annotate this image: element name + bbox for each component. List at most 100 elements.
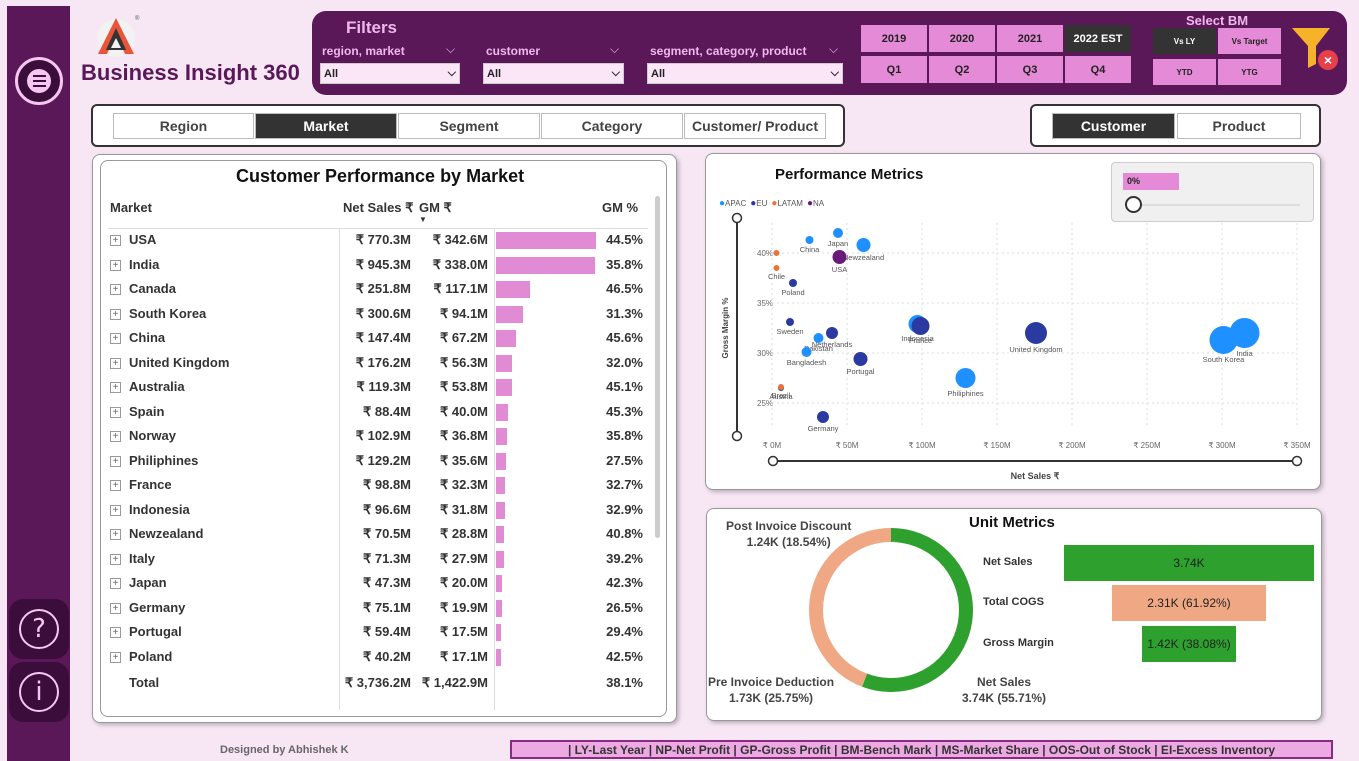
view-customer-button[interactable]: Customer — [1052, 113, 1175, 139]
expand-icon[interactable]: + — [110, 235, 121, 246]
bm-ytd-button[interactable]: YTD — [1153, 59, 1216, 85]
quarter-q2-button[interactable]: Q2 — [929, 56, 995, 83]
expand-icon[interactable]: + — [110, 333, 121, 344]
year-2021-button[interactable]: 2021 — [997, 25, 1063, 52]
help-button[interactable]: ? — [9, 599, 69, 659]
year-2020-button[interactable]: 2020 — [929, 25, 995, 52]
table-row[interactable]: + Italy ₹ 71.3M ₹ 27.9M 39.2% — [108, 549, 648, 573]
bm-vs-ly-button[interactable]: Vs LY — [1153, 28, 1216, 54]
year-2019-button[interactable]: 2019 — [861, 25, 927, 52]
expand-icon[interactable]: + — [110, 553, 121, 565]
expand-icon[interactable]: + — [110, 284, 121, 295]
gm-cell: ₹ 40.0M — [439, 403, 488, 419]
col-header-net-sales[interactable]: Net Sales ₹ — [343, 200, 413, 216]
expand-icon[interactable]: + — [110, 406, 121, 418]
table-row[interactable]: + Spain ₹ 88.4M ₹ 40.0M 45.3% — [108, 402, 648, 426]
tab-market[interactable]: Market — [255, 113, 397, 139]
table-row[interactable]: + Newzealand ₹ 70.5M ₹ 28.8M 40.8% — [108, 524, 648, 548]
data-point[interactable] — [789, 279, 797, 287]
expand-icon[interactable]: + — [110, 529, 121, 540]
tab-category[interactable]: Category — [541, 113, 683, 139]
view-product-button[interactable]: Product — [1177, 113, 1301, 139]
table-row[interactable]: + South Korea ₹ 300.6M ₹ 94.1M 31.3% — [108, 304, 648, 328]
col-header-market[interactable]: Market — [110, 200, 152, 215]
y-slider-handle[interactable] — [731, 430, 743, 442]
customer-select[interactable]: All ⌵ — [483, 63, 624, 84]
table-row[interactable]: + Australia ₹ 119.3M ₹ 53.8M 45.1% — [108, 377, 648, 401]
data-point[interactable] — [853, 352, 868, 366]
expand-icon[interactable]: + — [110, 602, 121, 614]
unit-metric-bar[interactable]: 3.74K — [1064, 545, 1314, 581]
segment-select[interactable]: All ⌵ — [647, 63, 843, 84]
table-row[interactable]: + United Kingdom ₹ 176.2M ₹ 56.3M 32.0% — [108, 353, 648, 377]
table-row[interactable]: + Japan ₹ 47.3M ₹ 20.0M 42.3% — [108, 573, 648, 597]
data-point[interactable] — [801, 347, 812, 357]
table-row[interactable]: + Norway ₹ 102.9M ₹ 36.8M 35.8% — [108, 426, 648, 450]
gm-bar — [496, 501, 506, 519]
expand-icon[interactable]: + — [110, 259, 121, 271]
bm-ytg-button[interactable]: YTG — [1218, 59, 1281, 85]
expand-icon[interactable]: + — [110, 308, 121, 320]
x-slider-handle[interactable] — [1291, 455, 1303, 467]
table-row[interactable]: + Poland ₹ 40.2M ₹ 17.1M 42.5% — [108, 647, 648, 671]
data-point[interactable] — [778, 384, 784, 390]
quarter-q4-button[interactable]: Q4 — [1065, 56, 1131, 83]
data-point[interactable] — [856, 238, 871, 252]
region-select[interactable]: All ⌵ — [320, 63, 460, 84]
info-button[interactable]: i — [9, 662, 69, 722]
year-2022-button[interactable]: 2022 EST — [1065, 25, 1131, 52]
expand-icon[interactable]: + — [110, 578, 121, 589]
menu-button[interactable] — [15, 57, 63, 105]
col-header-gm-pct[interactable]: GM % — [602, 200, 638, 215]
table-row[interactable]: + Canada ₹ 251.8M ₹ 117.1M 46.5% — [108, 279, 648, 303]
data-point[interactable] — [911, 317, 930, 335]
chevron-down-icon: ⌵ — [447, 67, 456, 79]
expand-icon[interactable]: + — [110, 504, 121, 516]
data-point[interactable] — [1229, 318, 1260, 348]
quarter-q1-button[interactable]: Q1 — [861, 56, 927, 83]
x-slider-handle[interactable] — [767, 455, 779, 467]
tab-segment[interactable]: Segment — [398, 113, 540, 139]
tab-customer-product[interactable]: Customer/ Product — [684, 113, 826, 139]
data-point[interactable] — [786, 318, 794, 326]
data-point[interactable] — [826, 327, 838, 339]
expand-icon[interactable]: + — [110, 480, 121, 491]
data-point[interactable] — [1025, 322, 1047, 344]
data-point[interactable] — [805, 236, 814, 244]
table-scrollbar[interactable] — [655, 196, 660, 538]
table-row[interactable]: + Germany ₹ 75.1M ₹ 19.9M 26.5% — [108, 598, 648, 622]
unit-metric-bar[interactable]: 2.31K (61.92%) — [1111, 585, 1267, 621]
table-row[interactable]: + USA ₹ 770.3M ₹ 342.6M 44.5% — [108, 230, 648, 254]
gm-cell: ₹ 342.6M — [432, 232, 488, 247]
x-tick-label: ₹ 350M — [1283, 441, 1311, 450]
unit-metric-bar[interactable]: 1.42K (38.08%) — [1141, 626, 1237, 662]
expand-icon[interactable]: + — [110, 455, 121, 467]
expand-icon[interactable]: + — [110, 627, 121, 638]
data-point[interactable] — [955, 368, 976, 388]
bm-vs-target-button[interactable]: Vs Target — [1218, 28, 1281, 54]
y-slider-handle[interactable] — [731, 212, 743, 224]
data-point-label: Newzealand — [843, 253, 884, 262]
data-point[interactable] — [817, 411, 829, 423]
info-icon: i — [19, 672, 59, 712]
table-row[interactable]: + Indonesia ₹ 96.6M ₹ 31.8M 32.9% — [108, 500, 648, 524]
table-row[interactable]: + China ₹ 147.4M ₹ 67.2M 45.6% — [108, 328, 648, 352]
table-row[interactable]: + Portugal ₹ 59.4M ₹ 17.5M 29.4% — [108, 622, 648, 646]
table-row[interactable]: + Philiphines ₹ 129.2M ₹ 35.6M 27.5% — [108, 451, 648, 475]
clear-filter-icon[interactable]: × — [1290, 24, 1340, 74]
expand-icon[interactable]: + — [110, 431, 121, 442]
expand-icon[interactable]: + — [110, 382, 121, 393]
quarter-q3-button[interactable]: Q3 — [997, 56, 1063, 83]
gm-bar — [496, 526, 505, 543]
data-point[interactable] — [773, 265, 780, 271]
table-row[interactable]: + France ₹ 98.8M ₹ 32.3M 32.7% — [108, 475, 648, 499]
col-header-gm[interactable]: GM ₹ — [419, 200, 452, 216]
data-point[interactable] — [832, 250, 847, 264]
expand-icon[interactable]: + — [110, 357, 121, 369]
tab-region[interactable]: Region — [113, 113, 254, 139]
gm-bar — [496, 354, 513, 372]
data-point[interactable] — [773, 250, 780, 256]
expand-icon[interactable]: + — [110, 651, 121, 663]
table-row[interactable]: + India ₹ 945.3M ₹ 338.0M 35.8% — [108, 255, 648, 279]
data-point[interactable] — [833, 228, 843, 238]
